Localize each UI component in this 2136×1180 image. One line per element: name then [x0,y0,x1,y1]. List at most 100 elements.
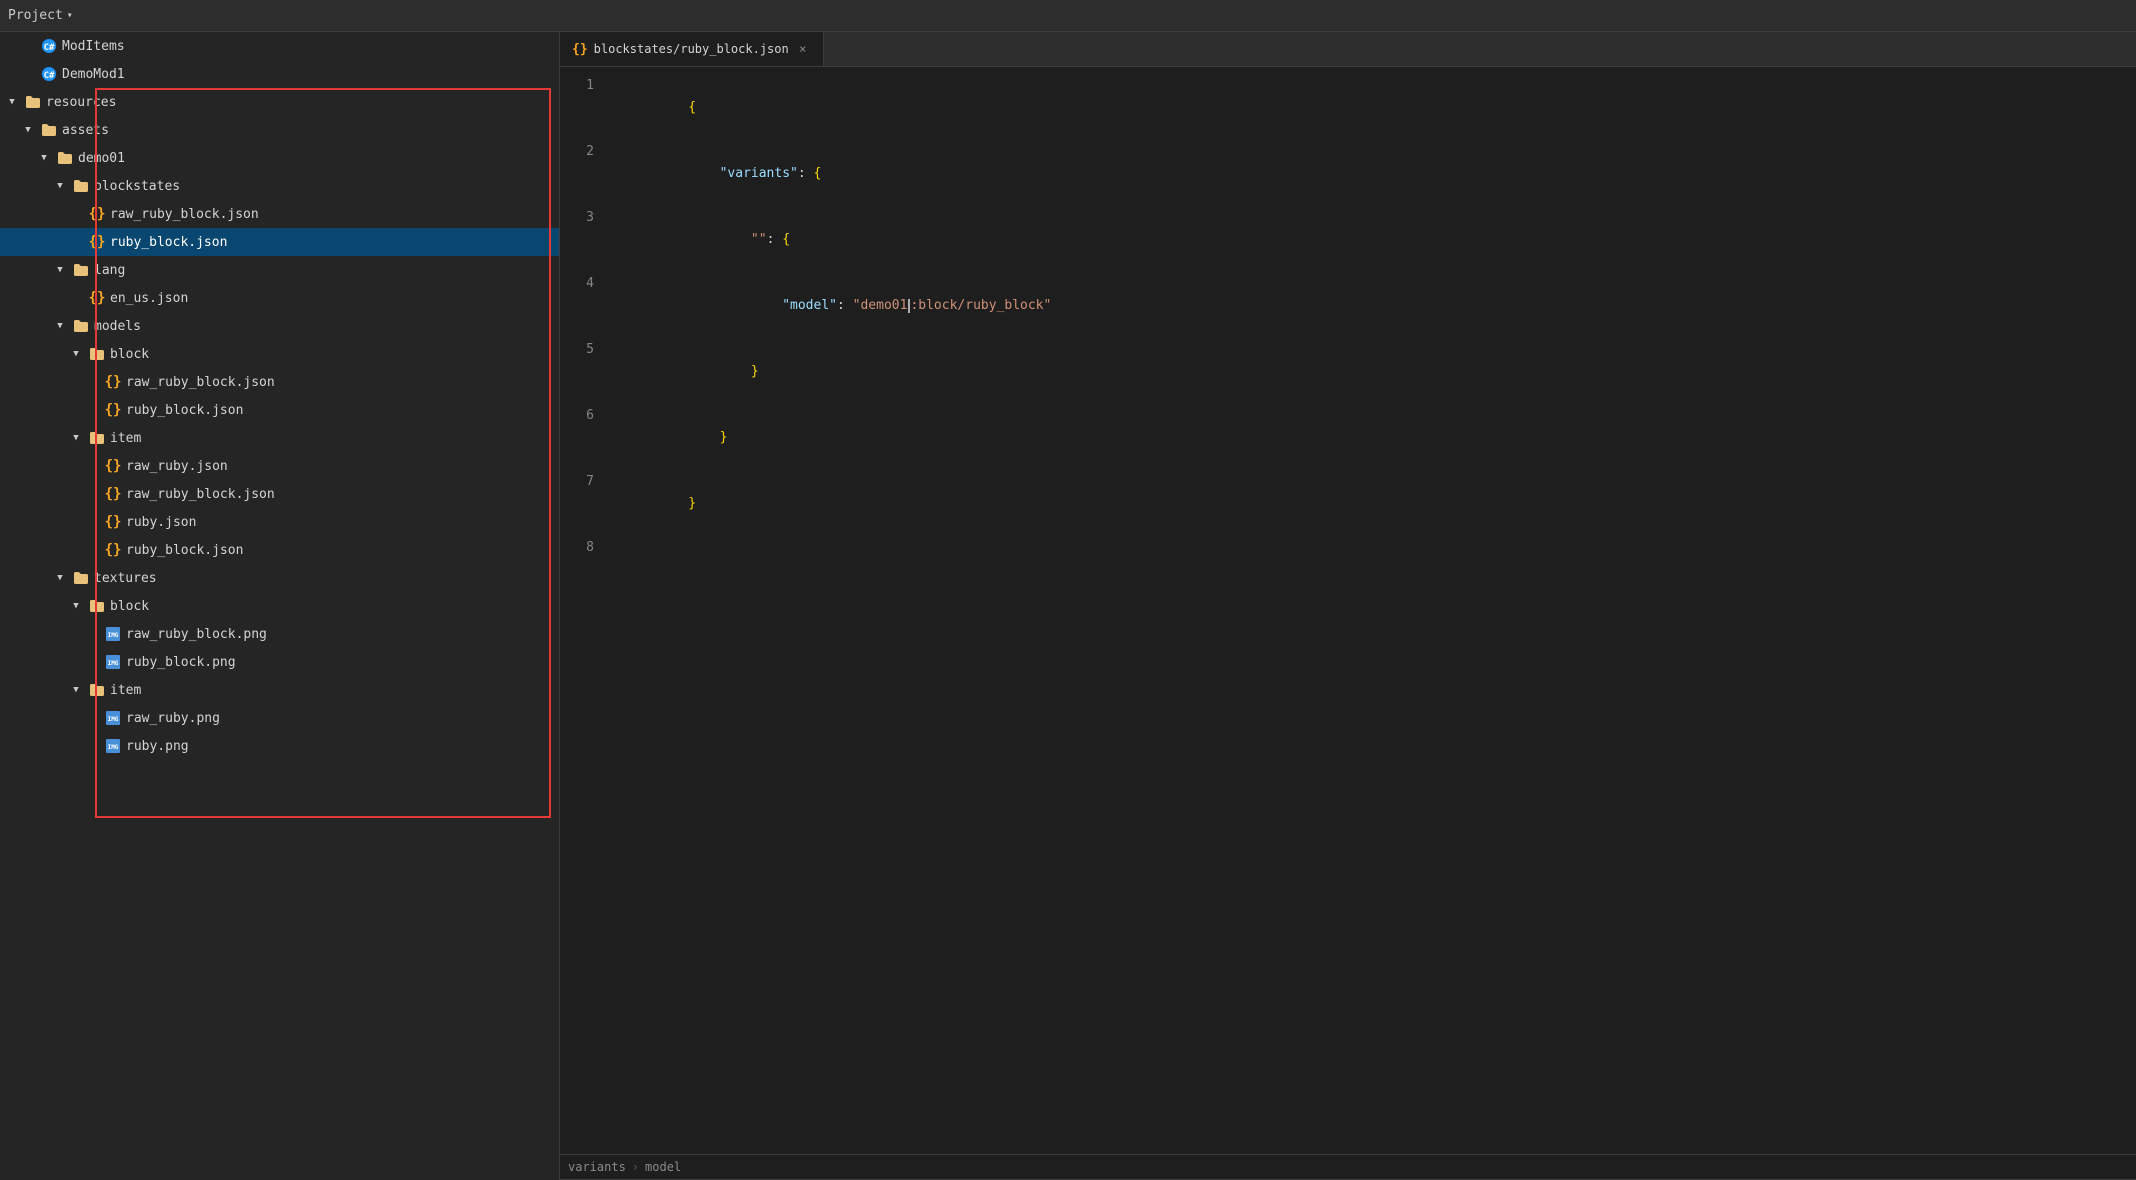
line-num-5: 5 [560,339,610,361]
code-line-7: 7 } [560,471,2136,537]
tab-json-icon: {} [572,42,588,57]
cs-icon-demomod1: C# [40,65,58,83]
tree-item-moditems[interactable]: C# ModItems [0,32,559,60]
code-content-2: "variants": { [610,141,2136,207]
line-num-6: 6 [560,405,610,427]
tree-item-ruby-png[interactable]: IMG ruby.png [0,732,559,760]
code-line-3: 3 "": { [560,207,2136,273]
en-us-json-label: en_us.json [110,291,188,306]
chevron-lang [52,262,68,278]
tree-item-raw-ruby-json[interactable]: {} raw_ruby.json [0,452,559,480]
breadcrumb-sep-1: › [632,1160,639,1174]
code-content-7: } [610,471,2136,537]
token: { [688,100,696,115]
tree-item-raw-ruby-png[interactable]: IMG raw_ruby.png [0,704,559,732]
token: "model" [688,298,837,313]
token: "demo01 [853,298,908,313]
tree-item-demomod1[interactable]: C# DemoMod1 [0,60,559,88]
token: : [767,232,783,247]
tree-item-lang[interactable]: lang [0,256,559,284]
line-num-1: 1 [560,75,610,97]
chevron-item-2 [68,682,84,698]
demo01-label: demo01 [78,151,125,166]
tree-item-block-folder-2[interactable]: block [0,592,559,620]
code-editor[interactable]: 1 { 2 "variants": { 3 "": { [560,67,2136,1154]
folder-icon-block-1 [88,345,106,363]
tree-item-en-us-json[interactable]: {} en_us.json [0,284,559,312]
sidebar[interactable]: C# ModItems C# DemoMod1 [0,32,560,1180]
tree-item-item-folder-1[interactable]: item [0,424,559,452]
project-chevron: ▾ [67,10,73,21]
demomod1-label: DemoMod1 [62,67,125,82]
project-label: Project [8,8,63,23]
lang-label: lang [94,263,125,278]
svg-text:C#: C# [44,71,55,81]
assets-label: assets [62,123,109,138]
tree-item-ruby-block-png[interactable]: IMG ruby_block.png [0,648,559,676]
chevron-models [52,318,68,334]
cs-icon-moditems: C# [40,37,58,55]
code-content-3: "": { [610,207,2136,273]
tab-close-button[interactable]: × [795,41,811,57]
breadcrumb-variants: variants [568,1160,626,1174]
png-icon-2: IMG [104,653,122,671]
svg-text:IMG: IMG [108,632,119,639]
tree-item-ruby-json[interactable]: {} ruby.json [0,508,559,536]
tree-item-blockstates[interactable]: blockstates [0,172,559,200]
folder-icon-lang [72,261,90,279]
line-num-4: 4 [560,273,610,295]
tree-item-block-folder-1[interactable]: block [0,340,559,368]
blockstates-label: blockstates [94,179,180,194]
tree-item-raw-ruby-block-json-3[interactable]: {} raw_ruby_block.json [0,480,559,508]
folder-icon-models [72,317,90,335]
tree-item-raw-ruby-block-json-2[interactable]: {} raw_ruby_block.json [0,368,559,396]
ruby-block-json-1-label: ruby_block.json [110,235,227,250]
line-num-3: 3 [560,207,610,229]
tree-item-ruby-block-json-3[interactable]: {} ruby_block.json [0,536,559,564]
token: { [814,166,822,181]
chevron-block-2 [68,598,84,614]
code-line-8: 8 [560,537,2136,559]
block-folder-2-label: block [110,599,149,614]
item-folder-2-label: item [110,683,141,698]
code-content-5: } [610,339,2136,405]
token: :block/ruby_block" [910,298,1051,313]
tab-filename: blockstates/ruby_block.json [594,42,789,56]
svg-text:IMG: IMG [108,660,119,667]
code-line-5: 5 } [560,339,2136,405]
tree-item-textures[interactable]: textures [0,564,559,592]
raw-ruby-png-label: raw_ruby.png [126,711,220,726]
raw-ruby-block-png-label: raw_ruby_block.png [126,627,267,642]
ruby-json-label: ruby.json [126,515,196,530]
tree-item-resources[interactable]: resources [0,88,559,116]
project-title[interactable]: Project ▾ [8,8,73,23]
folder-icon-assets [40,121,58,139]
tree-item-raw-ruby-block-png[interactable]: IMG raw_ruby_block.png [0,620,559,648]
token: "variants" [688,166,798,181]
ruby-block-json-3-label: ruby_block.json [126,543,243,558]
chevron-assets [20,122,36,138]
chevron-resources [4,94,20,110]
editor-tab[interactable]: {} blockstates/ruby_block.json × [560,32,824,66]
png-icon-4: IMG [104,737,122,755]
token: "" [688,232,766,247]
code-line-1: 1 { [560,75,2136,141]
tree-item-ruby-block-json-2[interactable]: {} ruby_block.json [0,396,559,424]
ruby-png-label: ruby.png [126,739,189,754]
models-label: models [94,319,141,334]
tree-item-assets[interactable]: assets [0,116,559,144]
line-num-2: 2 [560,141,610,163]
svg-text:IMG: IMG [108,744,119,751]
tree-item-ruby-block-json-1[interactable]: {} ruby_block.json [0,228,559,256]
tree-item-item-folder-2[interactable]: item [0,676,559,704]
code-content-4: "model": "demo01:block/ruby_block" [610,273,2136,339]
json-icon-4: {} [104,401,122,419]
token: } [688,364,758,379]
tree-item-demo01[interactable]: demo01 [0,144,559,172]
json-icon-1: {} [88,205,106,223]
folder-icon-textures [72,569,90,587]
json-icon-en-us: {} [88,289,106,307]
tree-item-models[interactable]: models [0,312,559,340]
tree-item-raw-ruby-block-json-1[interactable]: {} raw_ruby_block.json [0,200,559,228]
svg-text:C#: C# [44,43,55,53]
